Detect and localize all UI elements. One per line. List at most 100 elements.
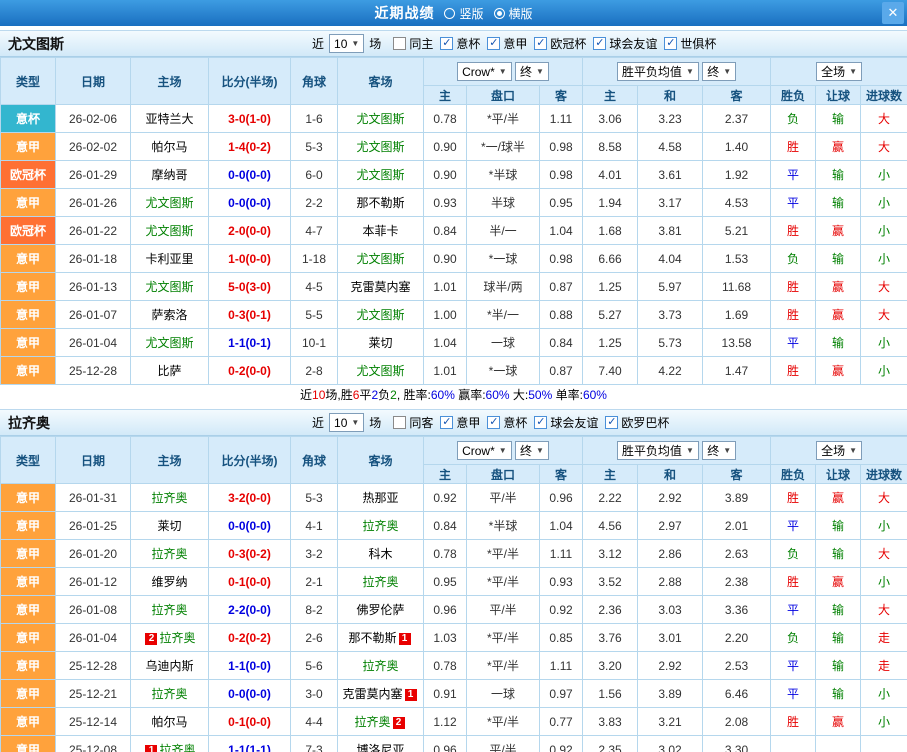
filter-checkbox[interactable]: ✓ 世俱杯	[664, 35, 716, 52]
filter-checkbox[interactable]: ✓ 意杯	[440, 35, 480, 52]
filter-checkbox[interactable]: ✓ 意杯	[487, 414, 527, 431]
avg-away-odds: 1.69	[702, 300, 772, 329]
avg-home-odds: 4.56	[582, 511, 639, 540]
checkbox-checked-icon[interactable]: ✓	[593, 37, 607, 50]
odds-source-select[interactable]: Crow* ▼	[457, 441, 512, 461]
col-asian-away: 客	[538, 85, 584, 105]
filter-checkbox[interactable]: ✓ 球会友谊	[593, 35, 657, 52]
asian-handicap: 半球	[466, 188, 540, 217]
games-label: 场	[369, 416, 382, 430]
filter-checkbox[interactable]: 同客	[393, 414, 433, 431]
home-team: 拉齐奥	[130, 539, 209, 568]
asian-away-odds: 0.95	[538, 188, 584, 217]
games-count-select[interactable]: 10 ▼	[329, 34, 365, 53]
asian-away-odds: 0.84	[538, 328, 584, 357]
filter-checkbox[interactable]: ✓ 意甲	[487, 35, 527, 52]
games-count-select[interactable]: 10 ▼	[329, 413, 365, 432]
match-row: 意甲 26-01-13 尤文图斯 5-0(3-0) 4-5 克雷莫内塞 1.01 球半/两 0.…	[0, 272, 907, 301]
avg-draw-odds: 2.92	[637, 651, 704, 680]
col-avg-draw: 和	[637, 85, 704, 105]
away-team: 佛罗伦萨	[337, 595, 424, 624]
checkbox-unchecked-icon[interactable]	[393, 37, 407, 50]
checkbox-checked-icon[interactable]: ✓	[440, 37, 454, 50]
avg-home-odds: 3.52	[582, 567, 639, 596]
match-date: 26-01-04	[55, 623, 131, 652]
score: 0-0(0-0)	[208, 188, 291, 217]
layout-horizontal-radio[interactable]: 横版	[493, 5, 533, 22]
team-label: 尤文图斯	[356, 168, 405, 182]
avg-away-odds: 1.40	[702, 132, 772, 161]
checkbox-checked-icon[interactable]: ✓	[534, 37, 548, 50]
away-team: 莱切	[337, 328, 424, 357]
close-icon[interactable]: ✕	[882, 2, 904, 24]
avg-home-odds: 2.22	[582, 483, 639, 512]
team-label: 帕尔马	[151, 140, 188, 154]
result-outcome: 平	[770, 651, 817, 680]
final-odds-select[interactable]: 终 ▼	[702, 441, 737, 460]
result-handicap: 赢	[815, 216, 862, 245]
avg-odds-select[interactable]: 胜平负均值 ▼	[616, 441, 699, 460]
asian-home-odds: 0.92	[423, 483, 467, 512]
asian-handicap: *一球	[466, 244, 540, 273]
team-section-header: 尤文图斯 近 10 ▼ 场 同主 ✓ 意杯 ✓ 意甲 ✓ 欧冠杯 ✓ 球会友谊 ✓ 世俱杯	[0, 30, 907, 57]
checkbox-checked-icon[interactable]: ✓	[664, 37, 678, 50]
checkbox-label: 意杯	[456, 37, 481, 51]
result-outcome: 负	[770, 244, 817, 273]
team-section-juventus: 尤文图斯 近 10 ▼ 场 同主 ✓ 意杯 ✓ 意甲 ✓ 欧冠杯 ✓ 球会友谊 ✓ 世俱杯 类型 日期…	[0, 30, 907, 405]
filter-checkbox[interactable]: ✓ 欧冠杯	[534, 35, 586, 52]
radio-checked-icon[interactable]	[493, 7, 505, 19]
scope-select[interactable]: 全场 ▼	[816, 441, 863, 460]
avg-draw-odds: 3.21	[637, 707, 704, 736]
match-date: 25-12-28	[55, 356, 131, 385]
match-date: 25-12-14	[55, 707, 131, 736]
corner-count: 5-3	[290, 132, 338, 161]
result-goals: 小	[860, 328, 907, 357]
result-outcome: 平	[770, 595, 817, 624]
filter-checkbox[interactable]: ✓ 欧罗巴杯	[605, 414, 669, 431]
avg-home-odds: 8.58	[582, 132, 639, 161]
asian-handicap: *平/半	[466, 651, 540, 680]
match-date: 26-01-29	[55, 160, 131, 189]
checkbox-checked-icon[interactable]: ✓	[605, 416, 619, 429]
corner-count: 1-6	[290, 104, 338, 133]
final-odds-select[interactable]: 终 ▼	[702, 62, 737, 81]
asian-away-odds: 0.77	[538, 707, 584, 736]
final-odds-select[interactable]: 终 ▼	[515, 61, 549, 81]
chevron-down-icon: ▼	[498, 446, 507, 456]
checkbox-unchecked-icon[interactable]	[393, 416, 407, 429]
result-handicap: 赢	[815, 567, 862, 596]
filter-checkbox[interactable]: 同主	[393, 35, 433, 52]
team-label: 克雷莫内塞	[342, 687, 403, 701]
odds-source-select[interactable]: Crow* ▼	[457, 62, 512, 82]
competition-type-badge: 意甲	[0, 356, 56, 385]
match-date: 26-01-07	[55, 300, 131, 329]
scope-select[interactable]: 全场 ▼	[816, 62, 863, 81]
score: 5-0(3-0)	[208, 272, 291, 301]
avg-home-odds: 1.25	[582, 272, 639, 301]
checkbox-checked-icon[interactable]: ✓	[534, 416, 548, 429]
final-odds-select[interactable]: 终 ▼	[515, 440, 549, 460]
home-team: 维罗纳	[130, 567, 209, 596]
checkbox-checked-icon[interactable]: ✓	[440, 416, 454, 429]
result-goals: 小	[860, 188, 907, 217]
layout-vertical-radio[interactable]: 竖版	[444, 5, 484, 22]
col-avg-draw: 和	[637, 464, 704, 484]
checkbox-checked-icon[interactable]: ✓	[487, 416, 501, 429]
team-label: 尤文图斯	[356, 140, 405, 154]
asian-handicap: *半/一	[466, 300, 540, 329]
team-label: 尤文图斯	[145, 196, 194, 210]
checkbox-checked-icon[interactable]: ✓	[487, 37, 501, 50]
filter-checkbox[interactable]: ✓ 意甲	[440, 414, 480, 431]
red-card-badge: 2	[145, 633, 158, 645]
asian-handicap: 平/半	[466, 735, 540, 752]
chevron-down-icon: ▼	[849, 67, 858, 76]
col-handicap: 盘口	[466, 464, 540, 484]
asian-home-odds: 0.93	[423, 188, 467, 217]
avg-odds-select[interactable]: 胜平负均值 ▼	[616, 62, 699, 81]
result-outcome: 负	[770, 539, 817, 568]
score: 0-0(0-0)	[208, 679, 291, 708]
radio-unchecked-icon[interactable]	[444, 7, 456, 19]
away-team: 尤文图斯	[337, 132, 424, 161]
filter-checkbox[interactable]: ✓ 球会友谊	[534, 414, 598, 431]
home-team: 尤文图斯	[130, 216, 209, 245]
